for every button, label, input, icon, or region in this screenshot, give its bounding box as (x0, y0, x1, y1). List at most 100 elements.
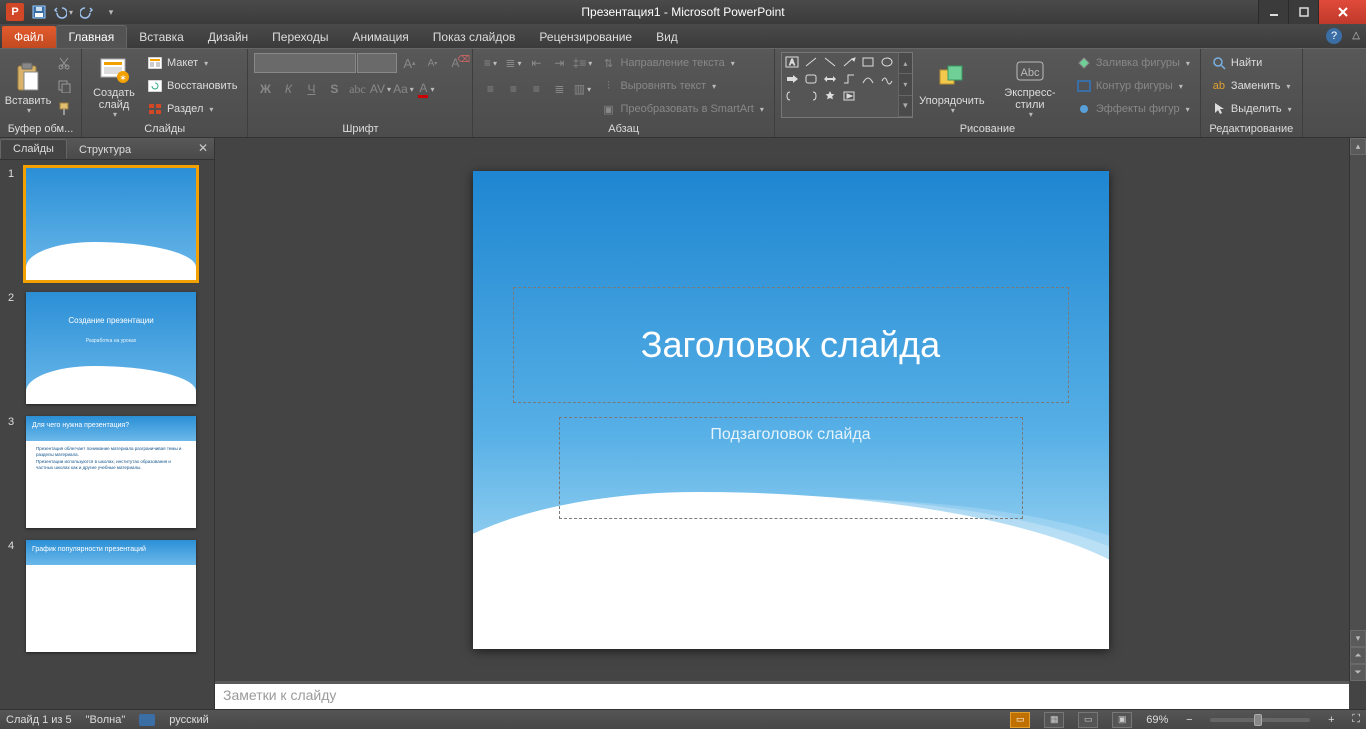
shape-textbox-icon[interactable]: A (784, 55, 800, 69)
quick-styles-button[interactable]: Abc Экспресс-стили▾ (991, 52, 1069, 120)
help-icon[interactable]: ? (1326, 28, 1342, 44)
underline-button[interactable]: Ч (300, 78, 322, 100)
shape-oval-icon[interactable] (879, 55, 895, 69)
change-case-button[interactable]: Aa▾ (392, 78, 414, 100)
fit-to-window-button[interactable]: ⛶ (1352, 713, 1360, 726)
strike-button[interactable]: S (323, 78, 345, 100)
line-spacing-button[interactable]: ‡≡▾ (571, 52, 593, 74)
slide-canvas[interactable]: Заголовок слайда Подзаголовок слайда ▴ ▾… (215, 138, 1366, 681)
view-reading-button[interactable]: ▭ (1078, 712, 1098, 728)
gallery-up-icon[interactable]: ▴ (899, 53, 912, 74)
find-button[interactable]: Найти (1207, 52, 1296, 74)
shape-rect-icon[interactable] (860, 55, 876, 69)
shape-brace1-icon[interactable] (784, 89, 800, 103)
grow-font-button[interactable]: A▴ (398, 52, 420, 74)
section-button[interactable]: Раздел▾ (143, 98, 241, 120)
justify-button[interactable]: ≣ (548, 78, 570, 100)
columns-button[interactable]: ▥▾ (571, 78, 593, 100)
shape-star-icon[interactable] (822, 89, 838, 103)
shapes-gallery[interactable]: A ▴ ▾ ▼ (781, 52, 913, 118)
shape-arrowline-icon[interactable] (841, 55, 857, 69)
text-direction-button[interactable]: ⇅Направление текста▾ (596, 52, 767, 74)
align-center-button[interactable]: ≡ (502, 78, 524, 100)
gallery-more-icon[interactable]: ▼ (899, 96, 912, 117)
replace-button[interactable]: abЗаменить▾ (1207, 75, 1296, 97)
view-normal-button[interactable]: ▭ (1010, 712, 1030, 728)
convert-smartart-button[interactable]: ▣Преобразовать в SmartArt▾ (596, 98, 767, 120)
new-slide-button[interactable]: ✶ Создать слайд▾ (88, 52, 140, 120)
increase-indent-button[interactable]: ⇥ (548, 52, 570, 74)
align-left-button[interactable]: ≡ (479, 78, 501, 100)
language-icon[interactable] (139, 714, 155, 726)
gallery-down-icon[interactable]: ▾ (899, 74, 912, 95)
collapse-ribbon-icon[interactable]: △ (1352, 30, 1360, 41)
tab-view[interactable]: Вид (644, 26, 690, 48)
shape-curve-icon[interactable] (860, 72, 876, 86)
title-placeholder[interactable]: Заголовок слайда (513, 287, 1069, 403)
undo-icon[interactable]: ▾ (52, 2, 74, 22)
shape-connector-icon[interactable] (841, 72, 857, 86)
shape-action-icon[interactable] (841, 89, 857, 103)
close-panel-icon[interactable]: ✕ (198, 141, 208, 155)
slide[interactable]: Заголовок слайда Подзаголовок слайда (473, 171, 1109, 649)
font-size-combo[interactable] (357, 53, 397, 73)
thumb-4[interactable]: 4 График популярности презентаций (8, 540, 206, 652)
numbering-button[interactable]: ≣▾ (502, 52, 524, 74)
tab-insert[interactable]: Вставка (127, 26, 196, 48)
tab-outline[interactable]: Структура (67, 141, 143, 159)
shape-roundrect-icon[interactable] (803, 72, 819, 86)
select-button[interactable]: Выделить▾ (1207, 98, 1296, 120)
shadow-button[interactable]: abc (346, 78, 368, 100)
tab-file[interactable]: Файл (2, 26, 56, 48)
font-color-button[interactable]: A▾ (415, 78, 437, 100)
view-sorter-button[interactable]: ▦ (1044, 712, 1064, 728)
tab-home[interactable]: Главная (56, 25, 128, 48)
italic-button[interactable]: К (277, 78, 299, 100)
zoom-in-button[interactable]: + (1324, 714, 1338, 726)
align-right-button[interactable]: ≡ (525, 78, 547, 100)
shape-fill-button[interactable]: Заливка фигуры▾ (1072, 52, 1194, 74)
zoom-level[interactable]: 69% (1146, 714, 1168, 726)
tab-design[interactable]: Дизайн (196, 26, 260, 48)
app-menu-icon[interactable]: P (4, 2, 26, 22)
status-language[interactable]: русский (169, 714, 208, 726)
scroll-down-icon[interactable]: ▾ (1350, 630, 1366, 647)
layout-button[interactable]: Макет▾ (143, 52, 241, 74)
prev-slide-icon[interactable]: ⏶ (1350, 647, 1366, 664)
reset-button[interactable]: Восстановить (143, 75, 241, 97)
subtitle-placeholder[interactable]: Подзаголовок слайда (559, 417, 1023, 519)
shape-brace2-icon[interactable] (803, 89, 819, 103)
shrink-font-button[interactable]: A▾ (421, 52, 443, 74)
arrange-button[interactable]: Упорядочить▾ (916, 52, 988, 120)
clear-formatting-button[interactable]: A⌫ (444, 52, 466, 74)
thumb-1[interactable]: 1 (8, 168, 206, 280)
shape-line2-icon[interactable] (822, 55, 838, 69)
minimize-button[interactable] (1258, 0, 1288, 24)
redo-icon[interactable] (76, 2, 98, 22)
maximize-button[interactable] (1288, 0, 1318, 24)
tab-thumbnails[interactable]: Слайды (0, 139, 67, 159)
char-spacing-button[interactable]: AV▾ (369, 78, 391, 100)
format-painter-button[interactable] (53, 98, 75, 120)
shape-doublearrow-icon[interactable] (822, 72, 838, 86)
font-family-combo[interactable] (254, 53, 356, 73)
tab-slideshow[interactable]: Показ слайдов (421, 26, 528, 48)
scroll-up-icon[interactable]: ▴ (1350, 138, 1366, 155)
save-icon[interactable] (28, 2, 50, 22)
copy-button[interactable] (53, 75, 75, 97)
next-slide-icon[interactable]: ⏷ (1350, 664, 1366, 681)
close-button[interactable] (1318, 0, 1366, 24)
paste-button[interactable]: Вставить▾ (6, 52, 50, 120)
bold-button[interactable]: Ж (254, 78, 276, 100)
bullets-button[interactable]: ≡▾ (479, 52, 501, 74)
align-text-button[interactable]: ⫶Выровнять текст▾ (596, 75, 767, 97)
zoom-out-button[interactable]: − (1182, 714, 1196, 726)
thumb-2[interactable]: 2 Создание презентации Разработка на уро… (8, 292, 206, 404)
tab-transitions[interactable]: Переходы (260, 26, 340, 48)
notes-pane[interactable]: Заметки к слайду (215, 681, 1349, 709)
vertical-scrollbar[interactable]: ▴ ▾ ⏶ ⏷ (1349, 138, 1366, 681)
tab-review[interactable]: Рецензирование (527, 26, 644, 48)
shape-outline-button[interactable]: Контур фигуры▾ (1072, 75, 1194, 97)
decrease-indent-button[interactable]: ⇤ (525, 52, 547, 74)
zoom-slider[interactable] (1210, 718, 1310, 722)
